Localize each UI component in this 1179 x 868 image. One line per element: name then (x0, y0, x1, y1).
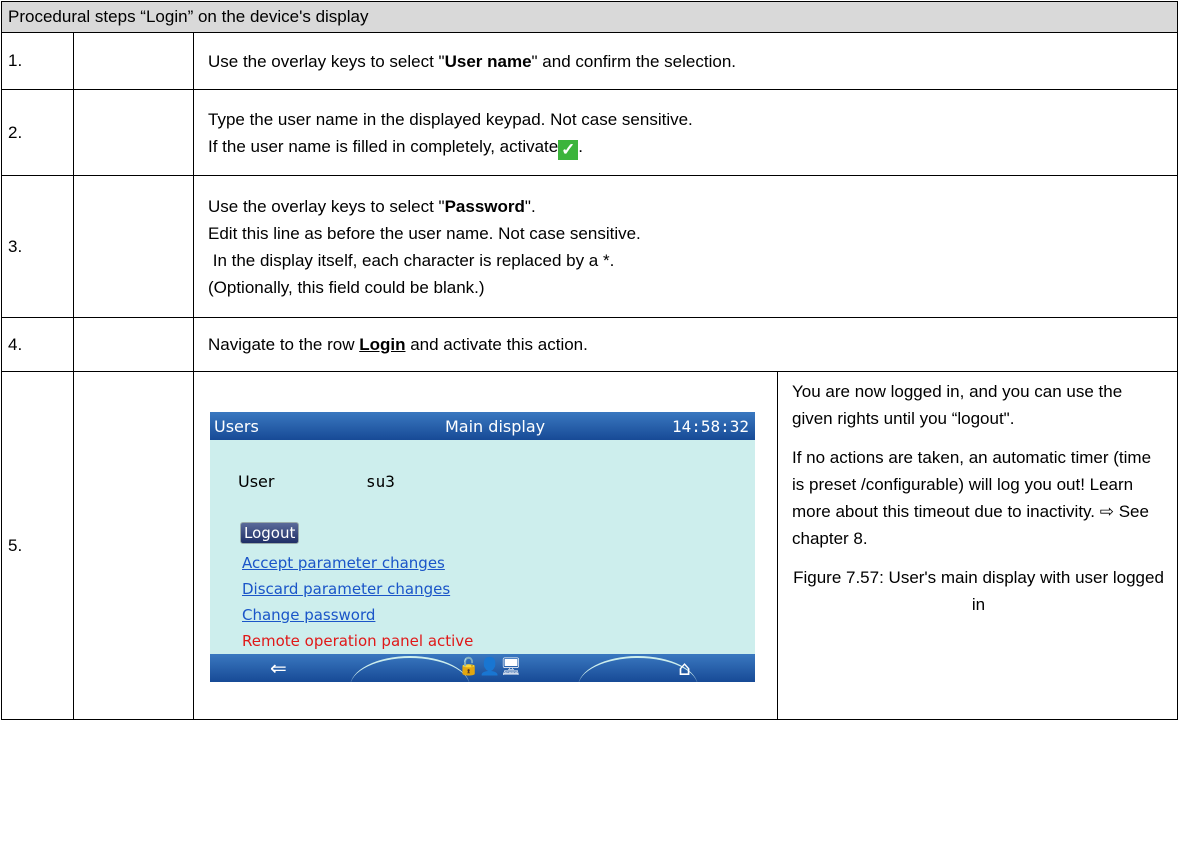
change-password-link[interactable]: Change password (242, 606, 375, 624)
step-number: 5. (1, 371, 74, 720)
table-row: 3. Use the overlay keys to select "Passw… (1, 175, 1178, 318)
bold-term: Password (444, 196, 525, 216)
screenshot-cell: Users Main display 14:58:32 User su3 Log… (193, 371, 778, 720)
table-row: 5. Users Main display 14:58:32 User su3 … (1, 371, 1178, 720)
step-number: 3. (1, 175, 74, 318)
blank-cell (73, 32, 194, 90)
step-line: In the display itself, each character is… (208, 250, 615, 270)
screen-title: Main display (445, 417, 546, 436)
step-number: 2. (1, 89, 74, 176)
header-quoted: Login (145, 7, 188, 26)
discard-changes-link[interactable]: Discard parameter changes (242, 580, 450, 598)
status-icons: 🔓👤🖥 (458, 657, 522, 677)
table-header: Procedural steps “Login” on the device's… (1, 1, 1178, 33)
screen-bottom-bar: ⇐ 🔓👤🖥 ⌂ (210, 654, 755, 682)
blank-cell (73, 175, 194, 318)
description-cell: You are now logged in, and you can use t… (777, 371, 1178, 720)
step-line: If the user name is filled in completely… (208, 136, 583, 160)
screen-clock: 14:58:32 (671, 417, 749, 436)
back-arrow-icon[interactable]: ⇐ (270, 656, 287, 680)
user-label: User (238, 472, 275, 491)
logout-button[interactable]: Logout (240, 522, 300, 544)
step-text: Use the overlay keys to select "Password… (193, 175, 1178, 318)
table-row: 2. Type the user name in the displayed k… (1, 89, 1178, 176)
timeout-text: If no actions are taken, an automatic ti… (792, 448, 1152, 548)
step-line: Type the user name in the displayed keyp… (208, 109, 693, 129)
home-icon[interactable]: ⌂ (678, 656, 691, 680)
table-row: 4. Navigate to the row Login and activat… (1, 317, 1178, 372)
checkmark-icon: ✓ (558, 139, 579, 160)
step-text: Use the overlay keys to select "User nam… (193, 32, 1178, 90)
login-term: Login (359, 335, 406, 354)
procedure-table: Procedural steps “Login” on the device's… (1, 1, 1178, 720)
screen-menu-name: Users (214, 417, 259, 436)
logged-in-text: You are now logged in, and you can use t… (792, 382, 1123, 428)
accept-changes-link[interactable]: Accept parameter changes (242, 554, 445, 572)
step-text: Navigate to the row Login and activate t… (193, 317, 1178, 372)
step-text: Type the user name in the displayed keyp… (193, 89, 1178, 176)
step-line: Edit this line as before the user name. … (208, 223, 641, 243)
user-row: User su3 (238, 472, 395, 491)
header-text: Procedural steps (8, 7, 141, 26)
step-line: (Optionally, this field could be blank.) (208, 277, 485, 297)
bold-term: User name (444, 51, 532, 71)
device-screen: Users Main display 14:58:32 User su3 Log… (210, 412, 755, 682)
step-number: 1. (1, 32, 74, 90)
figure-caption: Figure 7.57: User's main display with us… (793, 568, 1164, 614)
blank-cell (73, 89, 194, 176)
blank-cell (73, 317, 194, 372)
step-line: Use the overlay keys to select "Password… (208, 196, 536, 216)
header-text-end: on the device's display (193, 7, 369, 26)
step-number: 4. (1, 317, 74, 372)
remote-panel-warning: Remote operation panel active (242, 632, 474, 650)
table-row: 1. Use the overlay keys to select "User … (1, 32, 1178, 90)
blank-cell (73, 371, 194, 720)
screen-title-bar: Users Main display 14:58:32 (210, 412, 755, 440)
user-value: su3 (366, 472, 395, 491)
